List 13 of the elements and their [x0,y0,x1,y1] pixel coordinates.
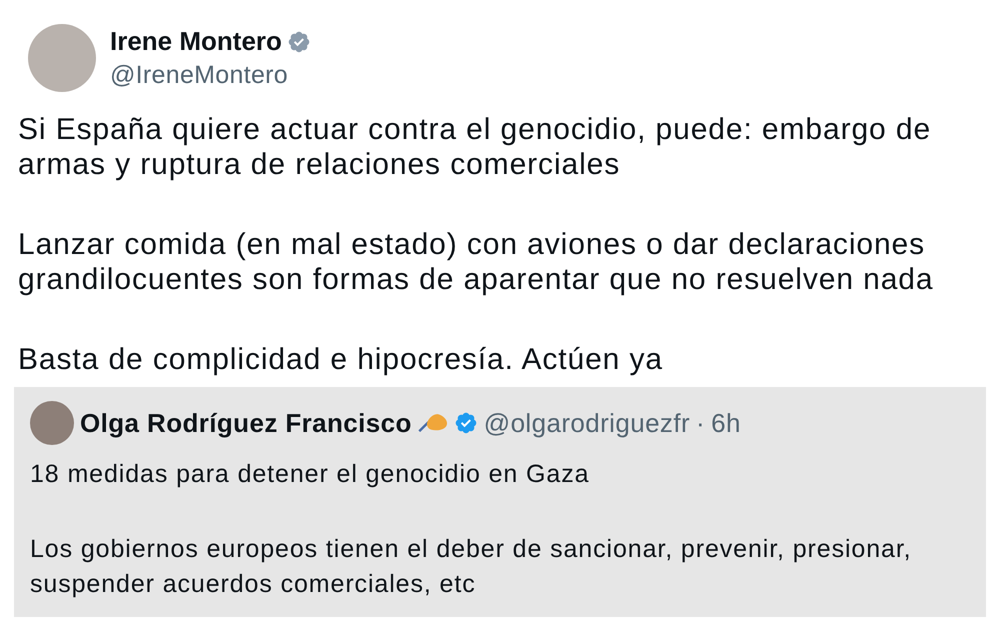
author-name[interactable]: Irene Montero [110,26,282,57]
author-handle[interactable]: @IreneMontero [110,61,311,90]
author-handle: @olgarodriguezfr [484,408,690,438]
separator: · [696,408,706,438]
timestamp: 6h [711,408,741,438]
avatar-placeholder [30,401,74,445]
tweet-text: Si España quiere actuar contra el genocidio, puede: embargo de armas y ruptura de relaciones comerciales [18,112,932,182]
quoted-text: 18 medidas para detener el genocidio en Gaza [30,459,590,490]
quoted-tweet[interactable] [14,387,986,617]
tweet-text: Basta de complicidad e hipocresía. Actúen ya [18,342,664,377]
tweet-text: Lanzar comida (en mal estado) con aviones o dar declaraciones grandilocuentes son formas de aparentar que no resuelven nada [18,227,934,297]
author-name: Olga Rodríguez Francisco [80,408,412,438]
quoted-text: Los gobiernos europeos tienen el deber de sancionar, prevenir, presionar, suspender acuerdos comerciales, etc [30,534,913,600]
